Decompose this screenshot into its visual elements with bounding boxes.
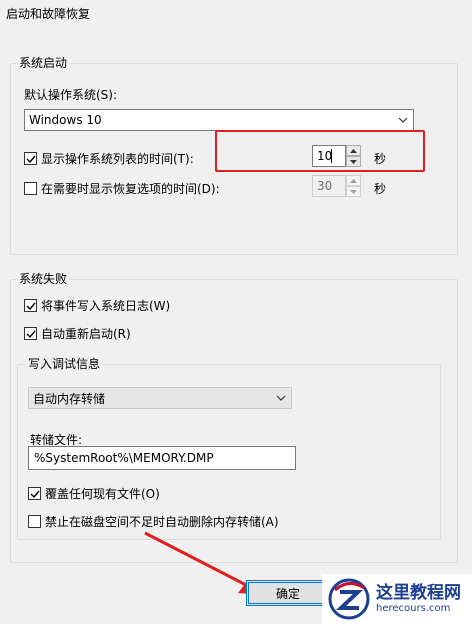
overwrite-checkbox[interactable] (28, 487, 41, 500)
watermark: 这里教程网 herecours.com (322, 574, 472, 624)
chevron-down-icon (393, 117, 413, 123)
window-title: 启动和故障恢复 (6, 7, 91, 21)
watermark-logo-icon (328, 578, 370, 620)
auto-restart-label: 自动重新启动(R) (41, 327, 131, 341)
default-os-value: Windows 10 (29, 113, 102, 127)
show-list-label: 显示操作系统列表的时间(T): (41, 152, 194, 166)
show-recovery-unit: 秒 (374, 182, 387, 196)
write-event-label: 将事件写入系统日志(W) (41, 299, 171, 313)
disable-auto-delete-checkbox[interactable] (28, 515, 41, 528)
checkmark-icon (30, 490, 40, 498)
spin-up-button[interactable] (346, 175, 361, 186)
arrow-up-icon (350, 178, 357, 183)
dump-type-value: 自动内存转储 (33, 391, 106, 406)
write-event-row: 将事件写入系统日志(W) (24, 297, 170, 314)
checkmark-icon (26, 155, 36, 163)
watermark-name: 这里教程网 (376, 582, 461, 603)
failure-group-label: 系统失败 (17, 272, 70, 286)
arrow-down-icon (350, 189, 357, 194)
dump-file-input[interactable]: %SystemRoot%\MEMORY.DMP (28, 446, 296, 470)
overwrite-row: 覆盖任何现有文件(O) (28, 485, 160, 502)
dump-type-select[interactable]: 自动内存转储 (28, 387, 292, 409)
write-event-checkbox[interactable] (24, 299, 37, 312)
auto-restart-row: 自动重新启动(R) (24, 325, 131, 342)
spin-down-button[interactable] (346, 186, 361, 197)
auto-restart-checkbox[interactable] (24, 327, 37, 340)
overwrite-label: 覆盖任何现有文件(O) (45, 487, 160, 501)
show-recovery-label: 在需要时显示恢复选项的时间(D): (41, 182, 220, 196)
show-list-checkbox[interactable] (24, 152, 37, 165)
show-recovery-spinner[interactable]: 30 (312, 175, 361, 197)
default-os-label: 默认操作系统(S): (24, 88, 118, 102)
show-recovery-row: 在需要时显示恢复选项的时间(D): (24, 180, 220, 197)
show-recovery-value-field[interactable]: 30 (312, 175, 346, 197)
checkmark-icon (26, 330, 36, 338)
debug-group-label: 写入调试信息 (26, 357, 103, 371)
chevron-down-icon (271, 395, 291, 401)
default-os-select[interactable]: Windows 10 (24, 109, 414, 131)
watermark-url: herecours.com (376, 603, 451, 615)
ok-button[interactable]: 确定 (246, 580, 330, 606)
highlight-box (215, 130, 425, 172)
show-recovery-checkbox[interactable] (24, 182, 37, 195)
show-list-row: 显示操作系统列表的时间(T): (24, 150, 194, 167)
checkmark-icon (26, 302, 36, 310)
startup-group-label: 系统启动 (17, 56, 70, 70)
